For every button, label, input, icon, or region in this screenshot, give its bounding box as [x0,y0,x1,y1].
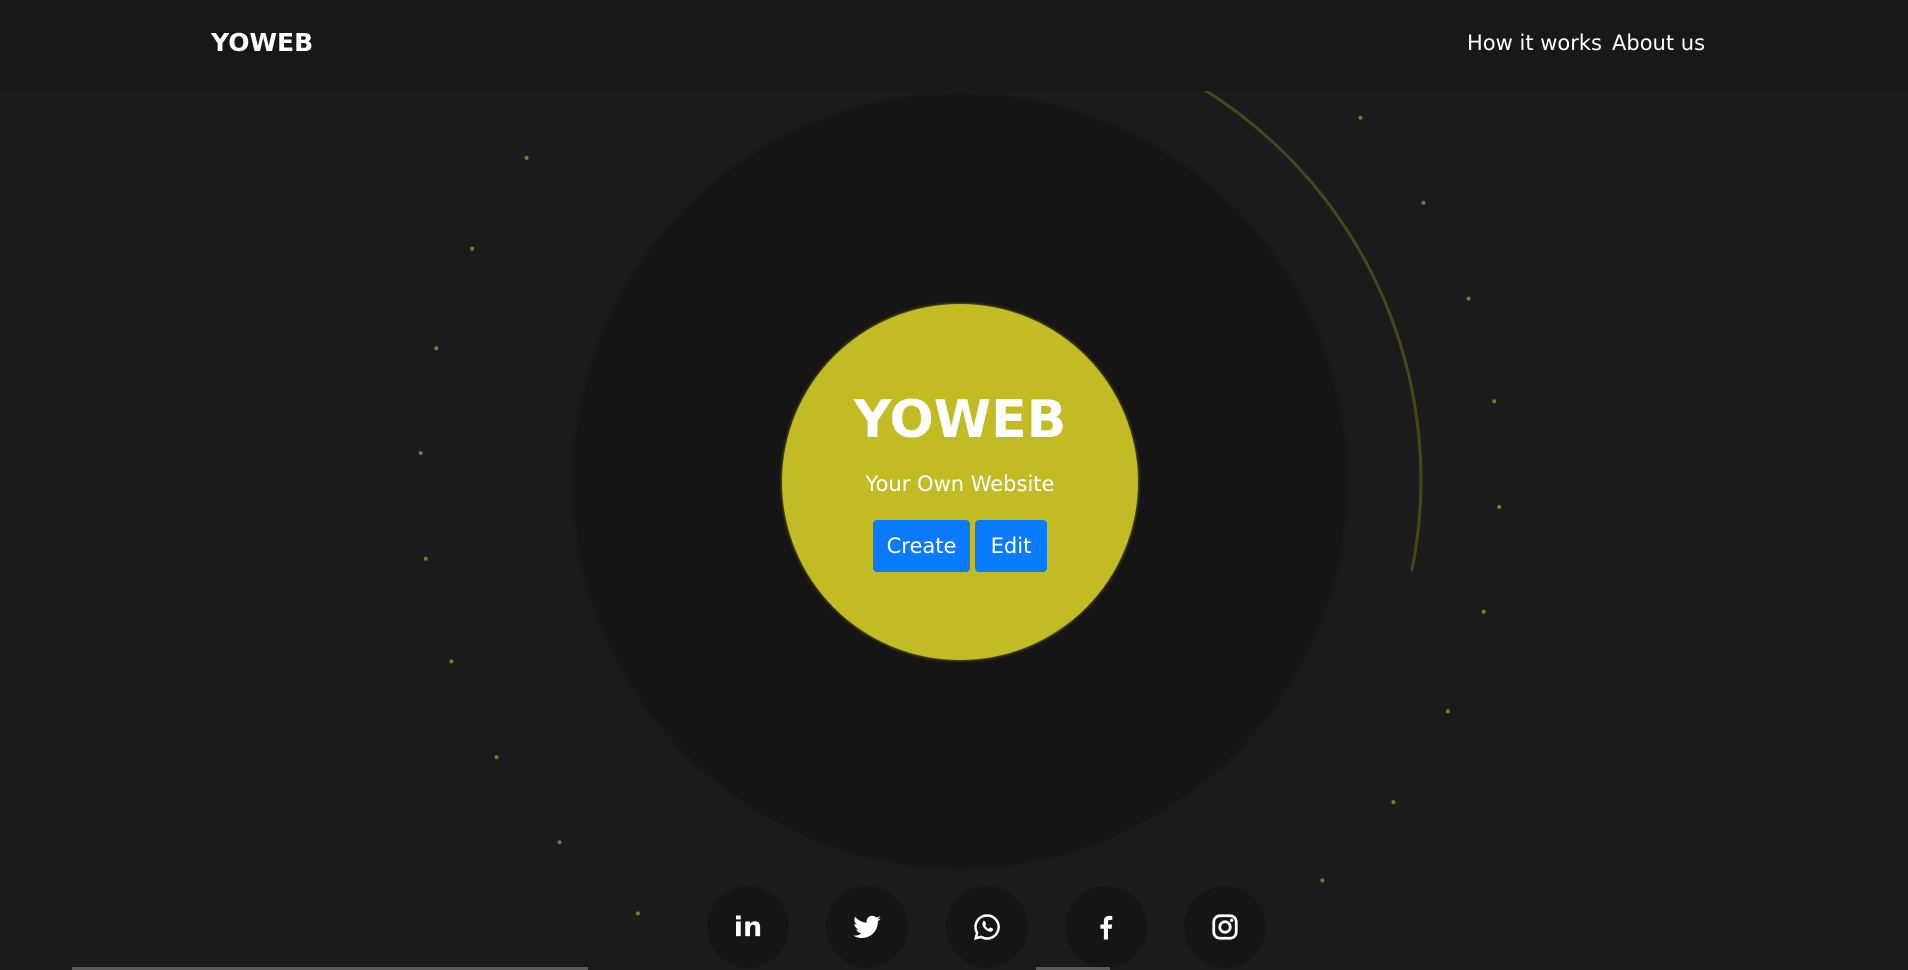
orbit-dot [1391,800,1396,805]
orbit-dot [557,840,562,845]
edit-button[interactable]: Edit [975,520,1047,572]
orbit-dot [1466,296,1471,301]
orbit-dot [1481,609,1486,614]
twitter-button[interactable] [826,886,908,968]
create-button[interactable]: Create [873,520,970,572]
orbit-dot [524,155,529,160]
orbit-dot [470,246,475,251]
hero-title: YOWEB [853,390,1067,450]
orbit-dot [418,451,423,455]
instagram-button[interactable] [1184,886,1266,968]
navbar: YOWEB How it works About us [0,0,1908,91]
twitter-icon [853,915,881,938]
orbit-dot [434,346,439,351]
whatsapp-icon [974,914,1000,940]
orbit-dot [635,911,640,916]
whatsapp-button[interactable] [946,886,1028,968]
linkedin-icon: in [733,911,763,943]
brand-logo[interactable]: YOWEB [211,28,313,57]
orbit-dot [423,556,428,561]
nav-link-about-us[interactable]: About us [1612,31,1705,55]
nav-link-how-it-works[interactable]: How it works [1467,31,1602,55]
orbit-dot [1320,878,1325,883]
orbit-dot [449,659,454,664]
facebook-icon [1100,915,1113,940]
hero-circle: YOWEB Your Own Website Create Edit [782,304,1138,660]
hero-subtitle: Your Own Website [865,472,1055,496]
orbit-dot [494,755,499,760]
page: YOWEB How it works About us YOWEB Your O… [0,0,1908,970]
orbit-dot [1358,115,1363,120]
orbit-dot [1445,709,1450,714]
linkedin-button[interactable]: in [707,886,789,968]
orbit-dot [1492,399,1497,404]
orbit-dot [1497,505,1502,509]
facebook-button[interactable] [1065,886,1147,968]
orbit-dot [1421,200,1426,205]
instagram-icon [1212,914,1238,940]
